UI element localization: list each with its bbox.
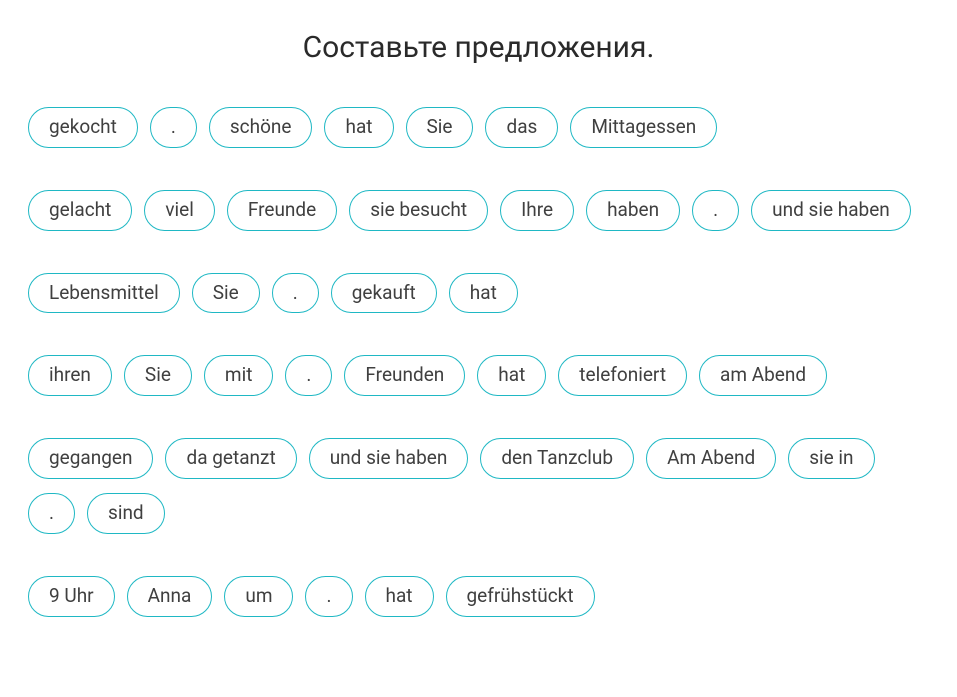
word-chip[interactable]: sie besucht [349, 190, 488, 231]
word-chip[interactable]: . [272, 273, 319, 314]
word-chip[interactable]: . [150, 107, 197, 148]
word-chip[interactable]: ihren [28, 355, 112, 396]
word-chip[interactable]: gekocht [28, 107, 138, 148]
word-chip[interactable]: Sie [406, 107, 474, 148]
word-chip[interactable]: Am Abend [646, 438, 776, 479]
word-chip[interactable]: Sie [192, 273, 260, 314]
sentence-rows: gekocht.schönehatSiedasMittagessen gelac… [28, 107, 929, 617]
word-chip[interactable]: mit [204, 355, 274, 396]
word-chip[interactable]: gekauft [331, 273, 437, 314]
word-chip[interactable]: gelacht [28, 190, 132, 231]
word-chip[interactable]: 9 Uhr [28, 576, 115, 617]
word-chip[interactable]: Freunden [344, 355, 465, 396]
word-chip[interactable]: und sie haben [309, 438, 469, 479]
word-chip[interactable]: Anna [127, 576, 213, 617]
word-chip[interactable]: telefoniert [558, 355, 687, 396]
sentence-row: gelacht viel Freunde sie besucht Ihre haben. u… [28, 190, 929, 231]
word-chip[interactable]: das [485, 107, 558, 148]
sentence-row: Lebensmittel Sie. gekauft hat [28, 273, 929, 314]
sentence-row: gegangen da getanzt und sie haben den Tanzc… [28, 438, 929, 534]
word-chip[interactable]: sie in [788, 438, 874, 479]
word-chip[interactable]: Ihre [500, 190, 574, 231]
word-chip[interactable]: um [224, 576, 293, 617]
word-chip[interactable]: sind [87, 493, 165, 534]
word-chip[interactable]: und sie haben [751, 190, 911, 231]
word-chip[interactable]: Sie [124, 355, 192, 396]
sentence-row: ihren Siemit. Freunden hat telefoniert am Abe… [28, 355, 929, 396]
word-chip[interactable]: am Abend [699, 355, 827, 396]
exercise-title: Составьте предложения. [28, 30, 929, 65]
word-chip[interactable]: hat [449, 273, 518, 314]
word-chip[interactable]: hat [365, 576, 434, 617]
sentence-row: 9 Uhr Annaum. hat gefrühstückt [28, 576, 929, 617]
word-chip[interactable]: hat [477, 355, 546, 396]
word-chip[interactable]: . [692, 190, 739, 231]
word-chip[interactable]: gefrühstückt [446, 576, 595, 617]
word-chip[interactable]: gegangen [28, 438, 153, 479]
word-chip[interactable]: hat [324, 107, 393, 148]
word-chip[interactable]: da getanzt [165, 438, 296, 479]
word-chip[interactable]: . [305, 576, 352, 617]
word-chip[interactable]: . [28, 493, 75, 534]
word-chip[interactable]: Mittagessen [570, 107, 717, 148]
word-chip[interactable]: viel [144, 190, 215, 231]
word-chip[interactable]: haben [586, 190, 680, 231]
word-chip[interactable]: schöne [209, 107, 313, 148]
sentence-row: gekocht. schöne hat Siedas Mittagessen [28, 107, 929, 148]
word-chip[interactable]: Freunde [227, 190, 337, 231]
word-chip[interactable]: Lebensmittel [28, 273, 180, 314]
word-chip[interactable]: den Tanzclub [480, 438, 634, 479]
word-chip[interactable]: . [285, 355, 332, 396]
